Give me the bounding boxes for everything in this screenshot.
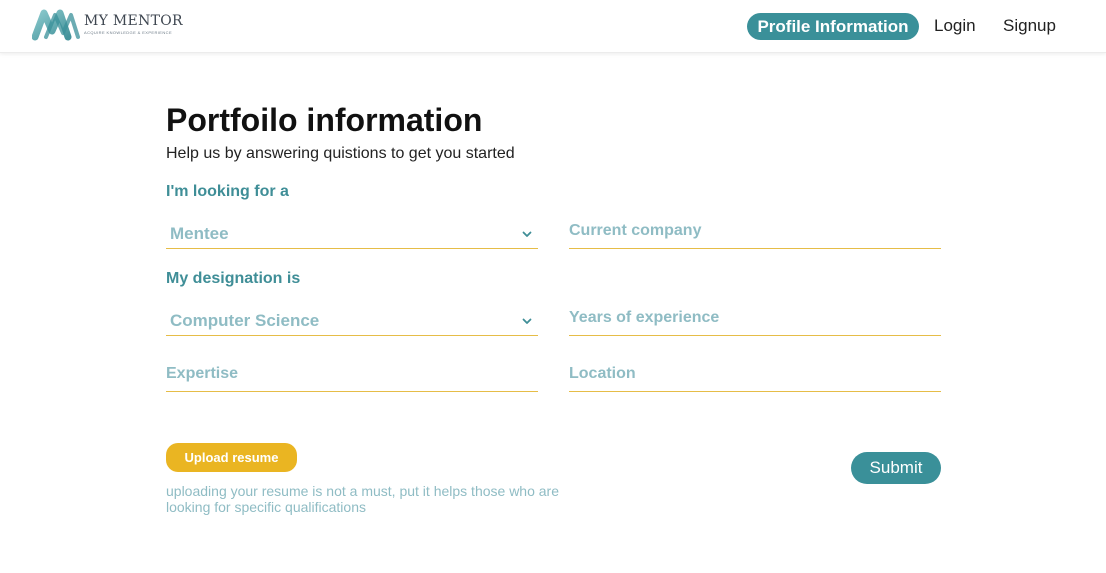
looking-for-select[interactable]: Mentee (166, 219, 538, 249)
page-subtitle: Help us by answering quistions to get yo… (166, 145, 515, 162)
mm-logo-icon (32, 9, 80, 41)
years-of-experience-placeholder: Years of experience (569, 309, 720, 326)
designation-value: Computer Science (170, 311, 320, 330)
current-company-input[interactable]: Current company (569, 219, 941, 249)
upload-resume-button[interactable]: Upload resume (166, 443, 297, 472)
expertise-placeholder: Expertise (166, 365, 239, 382)
current-company-placeholder: Current company (569, 222, 702, 239)
looking-for-label: I'm looking for a (166, 183, 289, 200)
upload-resume-note: uploading your resume is not a must, put… (166, 483, 559, 515)
chevron-down-icon (522, 318, 532, 324)
location-placeholder: Location (569, 365, 636, 382)
page-title: Portfoilo information (166, 102, 483, 138)
nav-profile-information[interactable]: Profile Information (747, 13, 919, 40)
brand-tagline: ACQUIRE KNOWLEDGE & EXPERIENCE (84, 30, 173, 35)
chevron-down-icon (522, 231, 532, 237)
nav-signup[interactable]: Signup (1003, 16, 1056, 36)
top-navbar: MY MENTOR ACQUIRE KNOWLEDGE & EXPERIENCE… (0, 0, 1106, 53)
looking-for-value: Mentee (170, 224, 229, 243)
years-of-experience-input[interactable]: Years of experience (569, 306, 941, 336)
submit-button[interactable]: Submit (851, 452, 941, 484)
nav-login[interactable]: Login (934, 16, 976, 36)
designation-select[interactable]: Computer Science (166, 306, 538, 336)
brand-logo[interactable]: MY MENTOR ACQUIRE KNOWLEDGE & EXPERIENCE (32, 9, 183, 41)
designation-label: My designation is (166, 270, 301, 287)
brand-name: MY MENTOR (84, 13, 183, 29)
expertise-input[interactable]: Expertise (166, 362, 538, 392)
location-input[interactable]: Location (569, 362, 941, 392)
